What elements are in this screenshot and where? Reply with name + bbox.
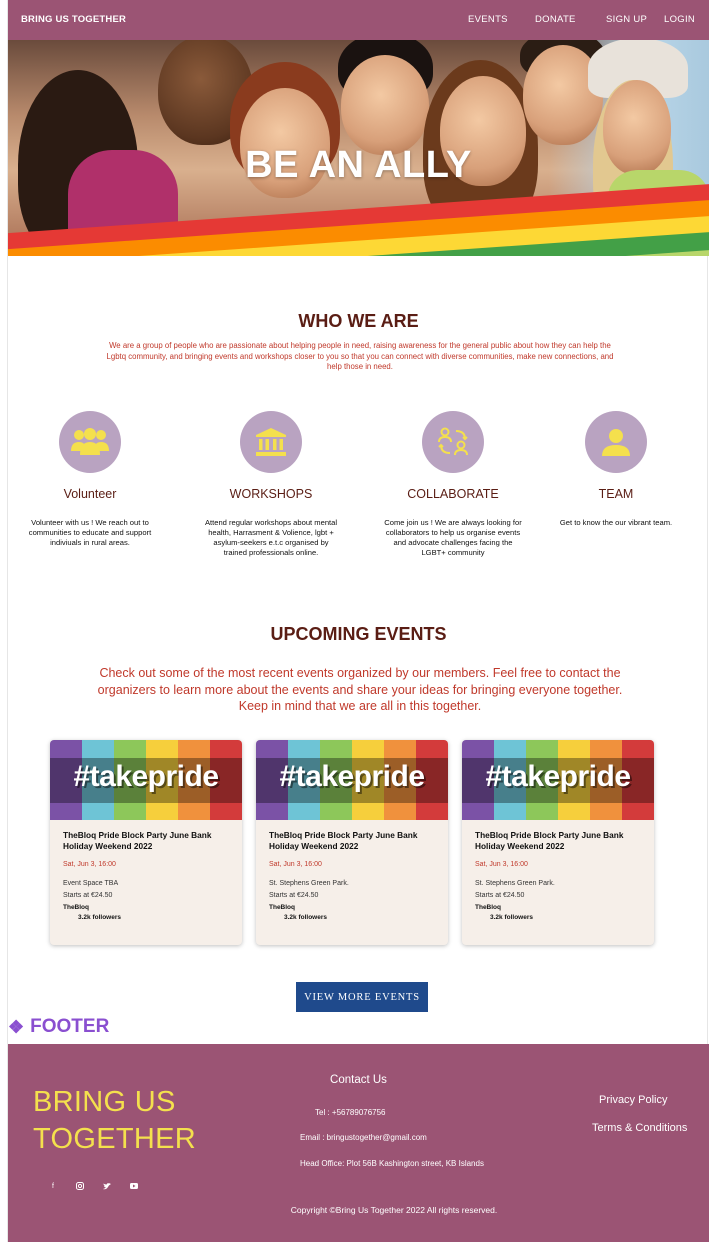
feature-title: WORKSHOPS: [229, 487, 313, 501]
feature-description: Volunteer with us ! We reach out to comm…: [28, 518, 152, 547]
feature-description: Attend regular workshops about mental he…: [204, 518, 338, 557]
event-image-text: #takepride: [485, 760, 631, 793]
event-organizer[interactable]: TheBloq: [475, 904, 641, 911]
event-date: Sat, Jun 3, 16:00: [63, 861, 116, 868]
event-title[interactable]: TheBloq Pride Block Party June Bank Holi…: [63, 830, 229, 852]
facebook-icon[interactable]: f: [47, 1180, 59, 1192]
view-more-events-button[interactable]: VIEW MORE EVENTS: [296, 982, 428, 1012]
upcoming-events-text: Check out some of the most recent events…: [97, 666, 623, 713]
copyright-text: Copyright ©Bring Us Together 2022 All ri…: [290, 1205, 498, 1215]
building-icon: [256, 428, 286, 456]
event-followers: 3.2k followers: [78, 914, 121, 921]
nav-link-events[interactable]: EVENTS: [468, 14, 508, 25]
event-organizer[interactable]: TheBloq: [269, 904, 435, 911]
feature-title: TEAM: [598, 487, 634, 501]
feature-description: Get to know the our vibrant team.: [559, 518, 673, 527]
nav-link-donate[interactable]: DONATE: [535, 14, 576, 25]
feature-title: COLLABORATE: [407, 487, 499, 501]
feature-team: TEAM Get to know the our vibrant team.: [546, 411, 686, 528]
event-location: St. Stephens Green Park.: [475, 880, 555, 887]
event-image: #takepride: [462, 740, 654, 820]
event-image-text: #takepride: [73, 760, 219, 793]
hero-banner: BE AN ALLY: [8, 40, 709, 256]
event-location: St. Stephens Green Park.: [269, 880, 349, 887]
component-diamond-icon: ❖: [8, 1016, 25, 1037]
feature-icon-circle: [59, 411, 121, 473]
instagram-icon[interactable]: [74, 1180, 86, 1192]
event-organizer[interactable]: TheBloq: [63, 904, 229, 911]
upcoming-events-heading: UPCOMING EVENTS: [270, 624, 447, 644]
contact-phone[interactable]: Tel : +56789076756: [315, 1108, 386, 1117]
feature-description: Come join us ! We are always looking for…: [384, 518, 522, 557]
footer-brand-line: TOGETHER: [33, 1123, 196, 1155]
nav-brand[interactable]: BRING US TOGETHER: [21, 14, 126, 25]
event-image: #takepride: [50, 740, 242, 820]
feature-icon-circle: [240, 411, 302, 473]
contact-address: Head Office: Plot 56B Kashington street,…: [300, 1159, 484, 1168]
feature-collaborate: COLLABORATE Come join us ! We are always…: [383, 411, 523, 558]
who-we-are-heading: WHO WE ARE: [298, 311, 419, 331]
event-price: Starts at €24.50: [475, 892, 525, 899]
feature-icon-circle: [422, 411, 484, 473]
contact-email[interactable]: Email : bringustogether@gmail.com: [300, 1133, 427, 1142]
footer: BRING US TOGETHER f Contact Us Tel : +56…: [8, 1044, 709, 1242]
event-title[interactable]: TheBloq Pride Block Party June Bank Holi…: [269, 830, 435, 852]
person-figure: [341, 55, 429, 155]
event-image-text: #takepride: [279, 760, 425, 793]
hero-title: BE AN ALLY: [245, 144, 472, 186]
feature-icon-circle: [585, 411, 647, 473]
nav-link-login[interactable]: LOGIN: [664, 14, 695, 25]
feature-volunteer: Volunteer Volunteer with us ! We reach o…: [20, 411, 160, 548]
youtube-icon[interactable]: [128, 1180, 140, 1192]
footer-brand: BRING US TOGETHER: [33, 1084, 196, 1158]
who-we-are-text: We are a group of people who are passion…: [106, 341, 614, 371]
event-price: Starts at €24.50: [63, 892, 113, 899]
footer-brand-line: BRING US: [33, 1086, 176, 1118]
group-icon: [71, 428, 109, 455]
event-image: #takepride: [256, 740, 448, 820]
page: BRING US TOGETHER EVENTS DONATE SIGN UP …: [7, 0, 709, 1242]
event-card[interactable]: #takepride TheBloq Pride Block Party Jun…: [50, 740, 242, 945]
contact-us-heading: Contact Us: [330, 1074, 387, 1086]
nav-link-sign-up[interactable]: SIGN UP: [606, 14, 647, 25]
feature-workshops: WORKSHOPS Attend regular workshops about…: [201, 411, 341, 558]
footer-label-text: FOOTER: [30, 1016, 110, 1037]
event-title[interactable]: TheBloq Pride Block Party June Bank Holi…: [475, 830, 641, 852]
event-location: Event Space TBA: [63, 880, 119, 887]
event-price: Starts at €24.50: [269, 892, 319, 899]
person-icon: [602, 429, 630, 456]
event-date: Sat, Jun 3, 16:00: [269, 861, 322, 868]
top-nav: BRING US TOGETHER EVENTS DONATE SIGN UP …: [8, 0, 709, 40]
event-card[interactable]: #takepride TheBloq Pride Block Party Jun…: [256, 740, 448, 945]
event-date: Sat, Jun 3, 16:00: [475, 861, 528, 868]
event-followers: 3.2k followers: [284, 914, 327, 921]
terms-conditions-link[interactable]: Terms & Conditions: [592, 1122, 687, 1134]
twitter-icon[interactable]: [101, 1180, 113, 1192]
feature-title: Volunteer: [63, 487, 117, 501]
privacy-policy-link[interactable]: Privacy Policy: [599, 1094, 667, 1106]
event-card[interactable]: #takepride TheBloq Pride Block Party Jun…: [462, 740, 654, 945]
event-followers: 3.2k followers: [490, 914, 533, 921]
collaborate-icon: [438, 427, 468, 456]
footer-section-label: ❖ FOOTER: [8, 1016, 109, 1038]
